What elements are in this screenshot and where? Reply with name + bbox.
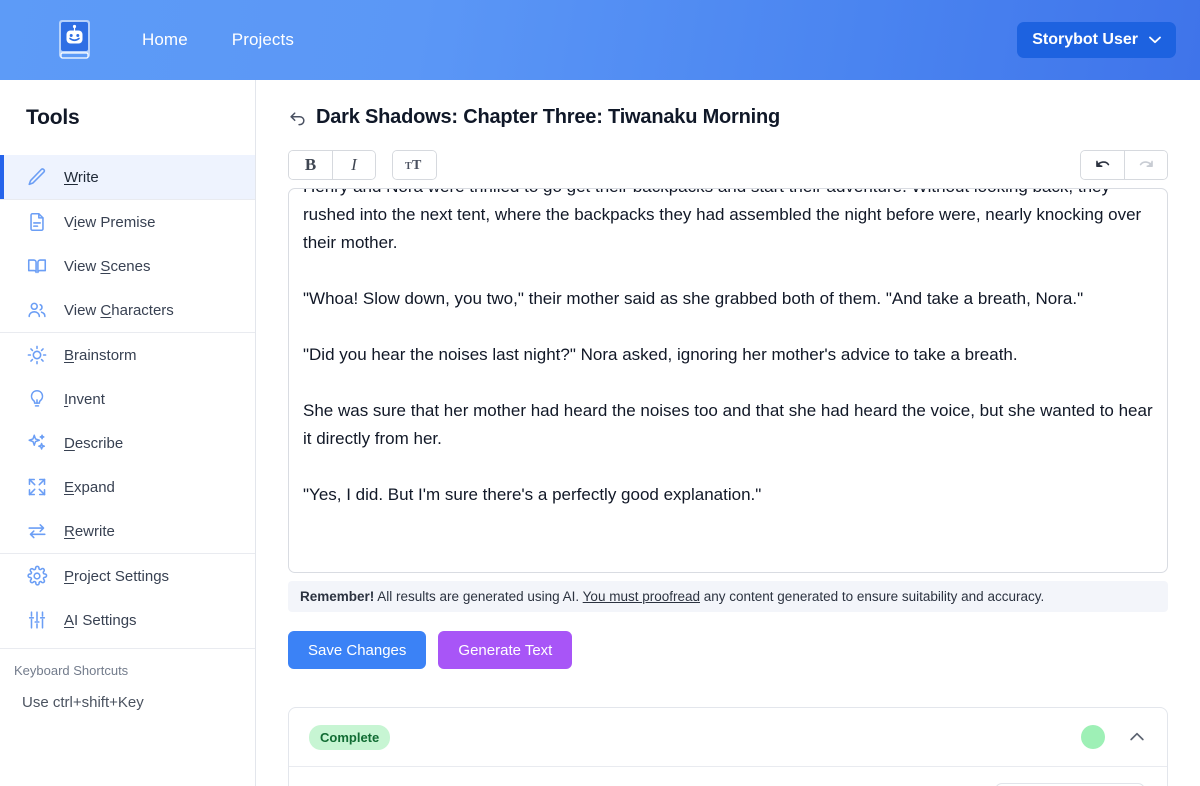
sidebar-group-write: Write (0, 155, 255, 199)
sidebar-item-view-scenes[interactable]: View Scenes (0, 244, 255, 288)
result-card-header[interactable]: Complete (289, 708, 1167, 766)
sidebar-item-label: Brainstorm (64, 346, 137, 364)
history-button-group (1080, 150, 1168, 180)
page-title: Dark Shadows: Chapter Three: Tiwanaku Mo… (316, 106, 781, 128)
sidebar-item-label: Rewrite (64, 522, 115, 540)
storybot-book-robot-logo-icon (59, 20, 90, 59)
redo-button[interactable] (1124, 151, 1167, 179)
editor-toolbar: B I T T (288, 150, 1168, 180)
app-header: Home Projects Storybot User (0, 0, 1200, 80)
ai-disclaimer: Remember! All results are generated usin… (288, 581, 1168, 612)
story-paragraph: She was sure that her mother had heard t… (303, 401, 1153, 448)
result-card-body (289, 766, 1167, 786)
book-open-icon (27, 259, 47, 274)
sidebar-item-rewrite[interactable]: Rewrite (0, 509, 255, 553)
status-indicator-dot (1081, 725, 1105, 749)
sidebar-item-label: AI Settings (64, 611, 137, 629)
sidebar-item-view-characters[interactable]: View Characters (0, 288, 255, 332)
proofread-link[interactable]: You must proofread (583, 589, 700, 604)
undo-button[interactable] (1081, 151, 1124, 179)
chevron-up-icon[interactable] (1127, 727, 1147, 747)
sidebar-item-expand[interactable]: Expand (0, 465, 255, 509)
generate-text-button[interactable]: Generate Text (438, 631, 573, 669)
status-badge: Complete (309, 724, 391, 750)
sidebar-item-label: Invent (64, 390, 105, 408)
font-size-button-group: T T (392, 150, 437, 180)
sidebar: Tools Write View Premise View Scenes Vie… (0, 80, 256, 786)
nav-link-home[interactable]: Home (142, 30, 188, 50)
storybot-book-robot-logo[interactable] (54, 18, 98, 62)
sidebar-group-views: View Premise View Scenes View Characters (0, 200, 255, 332)
ai-disclaimer-strong: Remember! (300, 589, 375, 604)
sidebar-item-label: Describe (64, 434, 124, 452)
sidebar-item-project-settings[interactable]: Project Settings (0, 554, 255, 598)
back-arrow-icon[interactable] (288, 108, 307, 127)
sidebar-title: Tools (26, 106, 80, 129)
user-menu-label: Storybot User (1032, 31, 1138, 48)
story-paragraph: "Did you hear the noises last night?" No… (303, 345, 1018, 364)
primary-nav: Home Projects (142, 30, 294, 50)
sidebar-item-brainstorm[interactable]: Brainstorm (0, 333, 255, 377)
bold-button[interactable]: B (289, 151, 332, 179)
sidebar-group-ai-tools: Brainstorm Invent Describe Expand Rewrit… (0, 333, 255, 553)
page-header: Dark Shadows: Chapter Three: Tiwanaku Mo… (256, 80, 1200, 129)
story-paragraph: "Yes, I did. But I'm sure there's a perf… (303, 485, 762, 504)
sidebar-item-label: View Premise (64, 213, 156, 231)
keyboard-shortcuts-hint: Use ctrl+shift+Key (22, 694, 144, 711)
sliders-icon (28, 611, 46, 629)
text-style-button-group: B I (288, 150, 376, 180)
sidebar-item-invent[interactable]: Invent (0, 377, 255, 421)
font-size-button[interactable]: T T (393, 151, 436, 179)
gear-icon (27, 565, 48, 586)
keyboard-shortcuts-section: Keyboard Shortcuts Use ctrl+shift+Key (0, 648, 255, 711)
save-changes-button[interactable]: Save Changes (288, 631, 427, 669)
undo-icon (1096, 160, 1110, 167)
result-card: Complete (288, 707, 1168, 786)
keyboard-shortcuts-title: Keyboard Shortcuts (14, 663, 129, 678)
sidebar-item-label: Write (64, 168, 99, 186)
sidebar-item-label: Expand (64, 478, 115, 496)
svg-text:T: T (405, 161, 412, 172)
main-content: Dark Shadows: Chapter Three: Tiwanaku Mo… (256, 80, 1200, 786)
sidebar-item-write[interactable]: Write (0, 155, 255, 199)
ai-disclaimer-text-before: All results are generated using AI. (374, 589, 583, 604)
pencil-icon (28, 168, 46, 186)
expand-arrows-icon (28, 478, 46, 496)
nav-link-projects[interactable]: Projects (232, 30, 294, 50)
font-size-icon: T T (405, 158, 422, 173)
italic-button[interactable]: I (332, 151, 375, 179)
story-editor-content[interactable]: Henry and Nora were thrilled to go get t… (289, 189, 1167, 509)
sidebar-item-label: View Scenes (64, 257, 151, 275)
story-editor[interactable]: Henry and Nora were thrilled to go get t… (288, 188, 1168, 573)
sidebar-item-ai-settings[interactable]: AI Settings (0, 598, 255, 642)
redo-icon (1139, 160, 1153, 167)
sidebar-item-label: View Characters (64, 301, 174, 319)
story-paragraph: Henry and Nora were thrilled to go get t… (303, 189, 1142, 252)
svg-text:T: T (412, 158, 422, 173)
user-menu-button[interactable]: Storybot User (1017, 22, 1176, 58)
chevron-down-icon (1149, 36, 1161, 44)
sidebar-item-view-premise[interactable]: View Premise (0, 200, 255, 244)
users-icon (28, 302, 46, 318)
editor-actions: Save Changes Generate Text (288, 631, 1168, 669)
sun-sparkle-icon (27, 345, 47, 365)
lightbulb-icon (30, 389, 44, 407)
sidebar-group-settings: Project Settings AI Settings (0, 554, 255, 642)
sidebar-item-describe[interactable]: Describe (0, 421, 255, 465)
document-icon (30, 212, 44, 232)
story-paragraph: "Whoa! Slow down, you two," their mother… (303, 289, 1084, 308)
sparkles-icon (28, 434, 46, 450)
sidebar-item-label: Project Settings (64, 567, 170, 585)
rewrite-arrows-icon (28, 524, 46, 539)
ai-disclaimer-text-after: any content generated to ensure suitabil… (700, 589, 1045, 604)
